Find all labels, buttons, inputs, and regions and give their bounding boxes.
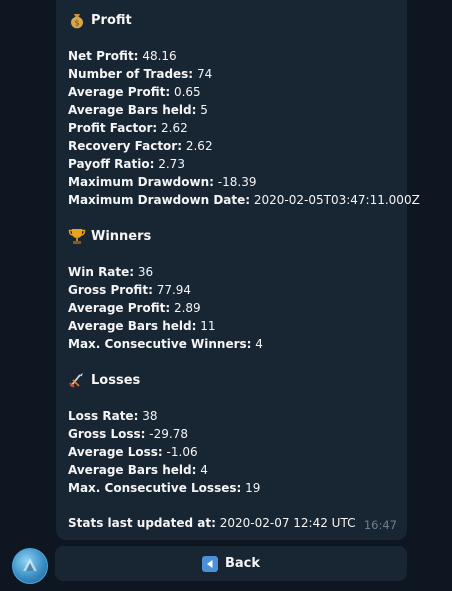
stat-value: -18.39 xyxy=(217,175,257,189)
winners-section: Winners Win Rate: 36 Gross Profit: 77.94 A… xyxy=(68,226,263,353)
stat-label: Average Bars held: xyxy=(68,103,197,117)
stat-label: Maximum Drawdown: xyxy=(68,175,214,189)
profit-header: $ Profit xyxy=(68,10,420,30)
avatar[interactable] xyxy=(12,548,48,584)
stat-value: 0.65 xyxy=(173,85,201,99)
stat-value: 2.62 xyxy=(185,139,213,153)
losses-header: Losses xyxy=(68,370,260,390)
stat-row: Number of Trades: 74 xyxy=(68,65,420,83)
svg-text:$: $ xyxy=(74,19,79,28)
stat-label: Net Profit: xyxy=(68,49,139,63)
stat-row: Average Bars held: 5 xyxy=(68,101,420,119)
stat-value: 77.94 xyxy=(156,283,192,297)
profit-section: $ Profit Net Profit: 48.16 Number of Trad… xyxy=(68,10,420,209)
crossed-swords-icon xyxy=(68,371,86,389)
stat-label: Loss Rate: xyxy=(68,409,139,423)
section-title: Losses xyxy=(91,372,141,388)
stat-label: Average Profit: xyxy=(68,301,171,315)
stat-value: 4 xyxy=(255,337,263,351)
stat-value: -1.06 xyxy=(166,445,198,459)
stat-row: Maximum Drawdown: -18.39 xyxy=(68,173,420,191)
stat-row: Average Bars held: 11 xyxy=(68,317,263,335)
stat-row: Maximum Drawdown Date: 2020-02-05T03:47:… xyxy=(68,191,420,209)
stat-row: Average Profit: 2.89 xyxy=(68,299,263,317)
stat-value: 2.62 xyxy=(161,121,188,135)
section-title: Winners xyxy=(91,228,152,244)
message-time: 16:47 xyxy=(363,518,397,532)
profit-rows: Net Profit: 48.16 Number of Trades: 74 Ave… xyxy=(68,47,420,209)
money-bag-icon: $ xyxy=(68,11,86,29)
stat-row: Profit Factor: 2.62 xyxy=(68,119,420,137)
stat-value: 74 xyxy=(196,67,213,81)
stat-label: Max. Consecutive Winners: xyxy=(68,337,252,351)
stat-label: Average Bars held: xyxy=(68,463,197,477)
stat-row: Win Rate: 36 xyxy=(68,263,263,281)
stat-value: 38 xyxy=(142,409,158,423)
stat-label: Payoff Ratio: xyxy=(68,157,155,171)
stat-row: Payoff Ratio: 2.73 xyxy=(68,155,420,173)
stat-value: 2.73 xyxy=(158,157,185,171)
left-arrow-icon xyxy=(201,555,218,572)
stat-value: 48.16 xyxy=(142,49,177,63)
stat-label: Number of Trades: xyxy=(68,67,194,81)
stat-label: Recovery Factor: xyxy=(68,139,183,153)
stat-value: 5 xyxy=(200,103,208,117)
losses-rows: Loss Rate: 38 Gross Loss: -29.78 Average L… xyxy=(68,407,260,497)
bot-avatar-icon xyxy=(23,558,37,571)
stat-row: Average Bars held: 4 xyxy=(68,461,260,479)
stat-label: Win Rate: xyxy=(68,265,135,279)
stat-label: Maximum Drawdown Date: xyxy=(68,193,251,207)
footer-value: 2020-02-07 12:42 UTC xyxy=(219,516,356,530)
stat-value: 2.89 xyxy=(173,301,201,315)
stat-row: Gross Profit: 77.94 xyxy=(68,281,263,299)
stat-value: 2020-02-05T03:47:11.000Z xyxy=(253,193,420,207)
stat-label: Gross Profit: xyxy=(68,283,153,297)
stat-label: Max. Consecutive Losses: xyxy=(68,481,242,495)
stat-row: Net Profit: 48.16 xyxy=(68,47,420,65)
stat-row: Gross Loss: -29.78 xyxy=(68,425,260,443)
stat-row: Recovery Factor: 2.62 xyxy=(68,137,420,155)
winners-header: Winners xyxy=(68,226,263,246)
stat-value: 11 xyxy=(200,319,216,333)
footer-row: Stats last updated at: 2020-02-07 12:42 … xyxy=(68,514,355,532)
stat-value: 19 xyxy=(245,481,261,495)
stat-value: -29.78 xyxy=(149,427,188,441)
stat-label: Profit Factor: xyxy=(68,121,158,135)
stat-label: Average Bars held: xyxy=(68,319,197,333)
stat-value: 36 xyxy=(137,265,154,279)
stat-row: Max. Consecutive Winners: 4 xyxy=(68,335,263,353)
footer-label: Stats last updated at: xyxy=(68,516,216,530)
stat-label: Average Loss: xyxy=(68,445,163,459)
winners-rows: Win Rate: 36 Gross Profit: 77.94 Average P… xyxy=(68,263,263,353)
back-button[interactable]: Back xyxy=(55,546,407,581)
back-label: Back xyxy=(224,556,261,571)
section-title: Profit xyxy=(91,12,132,28)
stat-row: Average Loss: -1.06 xyxy=(68,443,260,461)
stat-row: Loss Rate: 38 xyxy=(68,407,260,425)
stat-row: Average Profit: 0.65 xyxy=(68,83,420,101)
losses-section: Losses Loss Rate: 38 Gross Loss: -29.78 Av… xyxy=(68,370,260,497)
stat-value: 4 xyxy=(200,463,208,477)
trophy-icon xyxy=(68,227,86,245)
message-bubble: $ Profit Net Profit: 48.16 Number of Trad… xyxy=(56,0,420,540)
stat-row: Max. Consecutive Losses: 19 xyxy=(68,479,260,497)
stat-label: Gross Loss: xyxy=(68,427,146,441)
stat-label: Average Profit: xyxy=(68,85,171,99)
